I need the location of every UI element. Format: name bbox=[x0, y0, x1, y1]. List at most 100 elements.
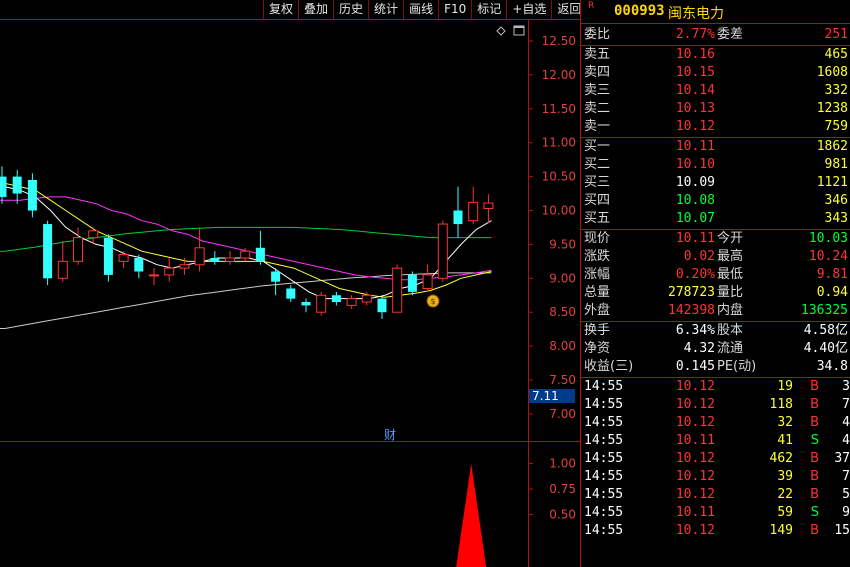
bid-row: 买五 10.07 343 bbox=[581, 210, 850, 228]
toolbar-button-0[interactable]: 复权 bbox=[263, 0, 298, 19]
toolbar-button-5[interactable]: F10 bbox=[438, 0, 471, 19]
candle[interactable] bbox=[103, 234, 113, 282]
stock-name[interactable]: 闽东电力 bbox=[668, 3, 724, 23]
toolbar-button-4[interactable]: 画线 bbox=[403, 0, 438, 19]
candle-body bbox=[286, 288, 296, 299]
money-bag-icon[interactable]: $ bbox=[426, 294, 440, 308]
fundamental-value: 4.40亿 bbox=[803, 341, 848, 356]
candle[interactable] bbox=[164, 257, 175, 282]
tick-count: 7 bbox=[842, 469, 850, 484]
tick-time: 14:55 bbox=[584, 505, 624, 520]
tick-count: 5 bbox=[842, 487, 850, 502]
candle[interactable] bbox=[271, 268, 281, 296]
candle[interactable] bbox=[12, 169, 22, 204]
candle[interactable] bbox=[316, 291, 327, 316]
candle[interactable] bbox=[346, 295, 357, 309]
tick-time: 14:55 bbox=[584, 469, 624, 484]
candle-body bbox=[271, 271, 281, 282]
candle[interactable] bbox=[194, 227, 205, 272]
tick-row[interactable]: 14:55 10.12 22 B 5 bbox=[581, 486, 850, 504]
indicator-tick-label: 0.75 bbox=[549, 482, 576, 496]
candle[interactable] bbox=[483, 194, 494, 224]
indicator-tick-label: 1.00 bbox=[549, 457, 576, 471]
fundamental-label: 净资 bbox=[584, 341, 611, 356]
stat-label: 现价 bbox=[584, 231, 611, 246]
ask-row: 卖五 10.16 465 bbox=[581, 46, 850, 64]
candle[interactable] bbox=[331, 291, 341, 306]
stock-code[interactable]: 000993 bbox=[614, 3, 665, 19]
stat-value: 0.20% bbox=[675, 267, 715, 282]
candle-body bbox=[43, 224, 53, 279]
candle[interactable] bbox=[0, 166, 7, 204]
candle[interactable] bbox=[149, 268, 159, 286]
window-icon[interactable] bbox=[513, 25, 525, 36]
tick-row[interactable]: 14:55 10.12 462 B 37 bbox=[581, 450, 850, 468]
fundamental-value: 4.32 bbox=[683, 341, 715, 356]
candle[interactable] bbox=[255, 230, 265, 265]
rong-badge: R bbox=[588, 1, 595, 11]
bid-price: 10.11 bbox=[675, 139, 715, 154]
candle-body bbox=[103, 237, 113, 275]
candle-body bbox=[407, 274, 417, 292]
fundamental-value: 6.34% bbox=[675, 323, 715, 338]
candle[interactable] bbox=[407, 271, 417, 296]
stat-value: 278723 bbox=[668, 285, 715, 300]
price-tick-label: 7.00 bbox=[549, 407, 576, 421]
bid-label: 买二 bbox=[584, 157, 611, 172]
tick-count: 3 bbox=[842, 379, 850, 394]
fundamental-row: 净资 4.32 流通 4.40亿 bbox=[581, 340, 850, 358]
tick-row[interactable]: 14:55 10.11 41 S 4 bbox=[581, 432, 850, 450]
tick-time: 14:55 bbox=[584, 523, 624, 538]
candle[interactable] bbox=[225, 251, 235, 265]
bid-volume: 1121 bbox=[816, 175, 848, 190]
candle[interactable] bbox=[43, 220, 53, 286]
tick-row[interactable]: 14:55 10.12 149 B 15 bbox=[581, 522, 850, 540]
ask-label: 卖二 bbox=[584, 101, 611, 116]
weibi-label: 委比 bbox=[584, 27, 611, 42]
candle[interactable] bbox=[437, 220, 448, 282]
chart-toolbar: 复权 叠加 历史 统计 画线 F10 标记 +自选 返回 bbox=[263, 0, 586, 19]
price-tick-label: 12.00 bbox=[542, 68, 576, 82]
tick-count: 37 bbox=[834, 451, 850, 466]
candle[interactable] bbox=[286, 285, 296, 303]
fundamental-row: 换手 6.34% 股本 4.58亿 bbox=[581, 322, 850, 340]
candle-body bbox=[164, 267, 175, 276]
price-tick-label: 9.00 bbox=[549, 271, 576, 285]
tick-row[interactable]: 14:55 10.12 39 B 7 bbox=[581, 468, 850, 486]
candle-body bbox=[346, 298, 357, 306]
tick-row[interactable]: 14:55 10.11 59 S 9 bbox=[581, 504, 850, 522]
candlestick-series[interactable] bbox=[0, 166, 494, 319]
price-tick-label: 11.50 bbox=[542, 102, 576, 116]
stat-row: 涨跌 0.02 最高 10.24 bbox=[581, 248, 850, 266]
candle[interactable] bbox=[392, 264, 403, 313]
diamond-icon[interactable] bbox=[496, 26, 506, 36]
svg-text:$: $ bbox=[430, 297, 435, 306]
candle[interactable] bbox=[301, 298, 311, 313]
tick-row[interactable]: 14:55 10.12 118 B 7 bbox=[581, 396, 850, 414]
candle[interactable] bbox=[468, 186, 479, 225]
toolbar-button-1[interactable]: 叠加 bbox=[298, 0, 333, 19]
candle[interactable] bbox=[210, 251, 220, 265]
tick-row[interactable]: 14:55 10.12 19 B 3 bbox=[581, 378, 850, 396]
kline-chart[interactable]: 12.50 12.00 11.50 11.00 10.50 10.00 9.50 9.00 8.… bbox=[0, 0, 580, 567]
bid-volume: 1862 bbox=[816, 139, 848, 154]
tick-side: B bbox=[810, 379, 819, 394]
toolbar-button-7[interactable]: +自选 bbox=[506, 0, 551, 19]
toolbar-button-2[interactable]: 历史 bbox=[333, 0, 368, 19]
stat-value: 10.03 bbox=[808, 231, 848, 246]
candle[interactable] bbox=[57, 241, 68, 282]
candle[interactable] bbox=[377, 297, 387, 319]
candle[interactable] bbox=[118, 251, 129, 269]
candle[interactable] bbox=[453, 186, 463, 238]
toolbar-button-3[interactable]: 统计 bbox=[368, 0, 403, 19]
bid-row: 买三 10.09 1121 bbox=[581, 174, 850, 192]
candle[interactable] bbox=[27, 173, 37, 218]
tick-row[interactable]: 14:55 10.12 32 B 4 bbox=[581, 414, 850, 432]
toolbar-button-6[interactable]: 标记 bbox=[471, 0, 506, 19]
tick-time: 14:55 bbox=[584, 415, 624, 430]
bid-price: 10.08 bbox=[675, 193, 715, 208]
finance-event-marker[interactable]: 财 bbox=[384, 428, 396, 442]
candle[interactable] bbox=[422, 264, 433, 292]
candle[interactable] bbox=[134, 254, 144, 279]
stat-label: 涨跌 bbox=[584, 249, 611, 264]
